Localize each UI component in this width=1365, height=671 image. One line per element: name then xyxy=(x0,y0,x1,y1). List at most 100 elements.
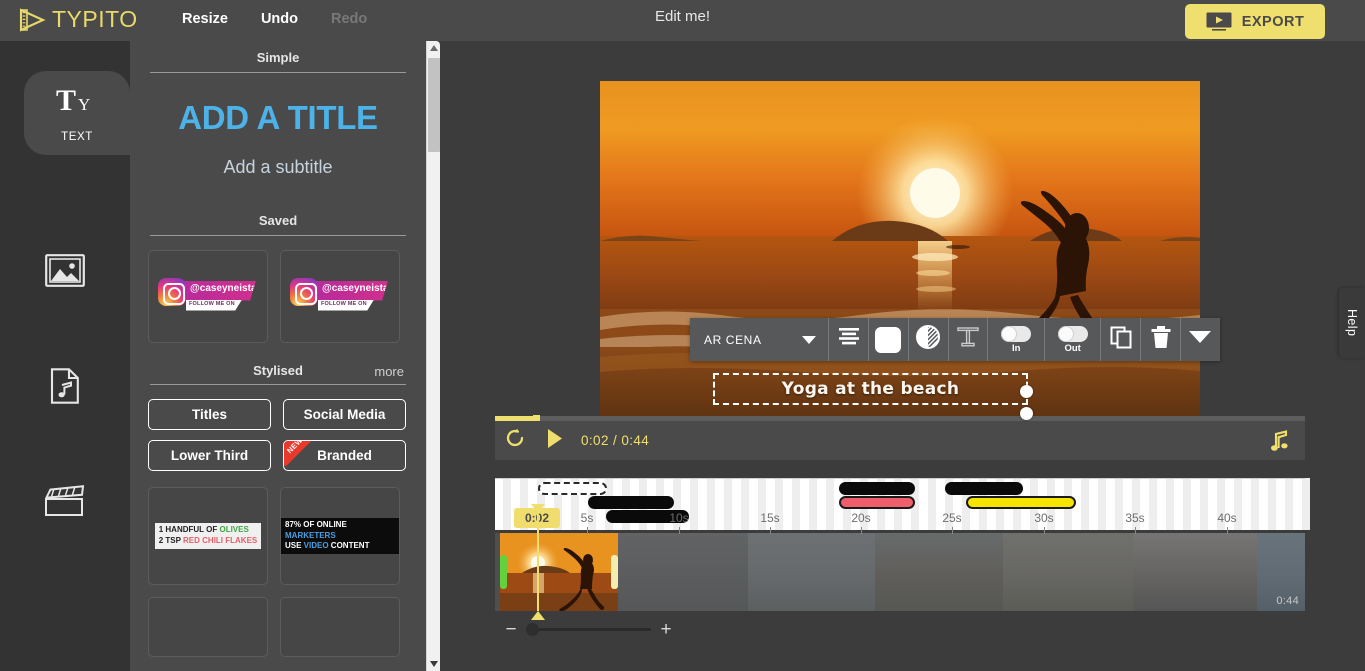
opacity-button[interactable] xyxy=(909,318,948,361)
zoom-slider-knob[interactable] xyxy=(526,622,539,636)
new-badge: NEW xyxy=(284,441,316,467)
resize-handle-corner[interactable] xyxy=(1020,407,1033,420)
add-title-preview[interactable]: ADD A TITLE xyxy=(130,99,426,137)
timeline-track-area[interactable] xyxy=(495,478,1310,530)
text-clip[interactable] xyxy=(606,510,689,523)
clapperboard-icon xyxy=(42,484,88,523)
timeline-stripe xyxy=(826,478,834,530)
align-button[interactable] xyxy=(829,318,868,361)
stylised-templates-grid-row2 xyxy=(130,597,426,657)
overlay-clip-yellow[interactable] xyxy=(966,496,1076,509)
animation-in-toggle[interactable]: In xyxy=(988,318,1044,361)
timeline-stripe xyxy=(792,478,800,530)
timeline-stripe xyxy=(1098,478,1106,530)
stylised-template-item[interactable]: 87% OF ONLINE MARKETERS USE VIDEO CONTEN… xyxy=(280,487,400,585)
image-icon xyxy=(45,254,85,292)
video-preview[interactable] xyxy=(600,81,1200,419)
tmpl-line1-pre: 1 HANDFUL OF xyxy=(158,525,220,535)
text-clip-selected[interactable] xyxy=(538,482,607,495)
loop-button[interactable] xyxy=(495,428,535,453)
zoom-out-button[interactable]: − xyxy=(500,620,522,639)
clip-trim-handle-right[interactable] xyxy=(611,555,618,589)
playhead[interactable] xyxy=(531,504,545,620)
scroll-down-button[interactable] xyxy=(427,657,440,671)
delete-button[interactable] xyxy=(1141,318,1180,361)
timeline-stripe xyxy=(503,478,511,530)
playback-time: 0:02 / 0:44 xyxy=(581,433,650,448)
sidebar-item-video[interactable] xyxy=(0,461,130,545)
music-note-icon xyxy=(1269,430,1289,455)
clip-thumb-branches[interactable] xyxy=(1003,533,1133,611)
stylised-more-link[interactable]: more xyxy=(374,364,404,379)
add-subtitle-preview[interactable]: Add a subtitle xyxy=(130,157,426,178)
timeline-stripe xyxy=(724,478,732,530)
sidebar-item-image[interactable] xyxy=(0,231,130,315)
text-color-button[interactable] xyxy=(869,318,908,361)
clip-thumb-street[interactable] xyxy=(618,533,748,611)
film-strip[interactable]: 0:44 xyxy=(495,533,1305,611)
overlay-clip-red[interactable] xyxy=(839,496,915,509)
category-titles-button[interactable]: Titles xyxy=(148,399,271,430)
svg-text:Y: Y xyxy=(78,95,90,114)
clip-thumb-sea[interactable]: 0:44 xyxy=(1257,533,1305,611)
chevron-down-icon xyxy=(802,336,817,344)
sidebar-item-text[interactable]: T Y TEXT xyxy=(24,71,130,155)
category-lower-third-button[interactable]: Lower Third xyxy=(148,440,271,471)
resize-handle-right[interactable] xyxy=(1020,385,1033,398)
divider xyxy=(150,72,406,73)
typito-logo-icon xyxy=(18,7,46,33)
caption-element[interactable]: Yoga at the beach xyxy=(713,373,1033,420)
clip-trim-handle-left[interactable] xyxy=(500,555,507,589)
text-style-button[interactable] xyxy=(949,318,988,361)
timeline-stripe xyxy=(741,478,749,530)
timeline-stripe xyxy=(758,478,766,530)
clip-thumb-hand-phone[interactable] xyxy=(1133,533,1257,611)
export-button[interactable]: EXPORT xyxy=(1185,4,1325,39)
duplicate-button[interactable] xyxy=(1101,318,1140,361)
saved-templates-grid: @caseyneistat FOLLOW ME ON @caseyneistat… xyxy=(130,250,426,343)
saved-handle: @caseyneistat xyxy=(322,282,392,294)
font-family-dropdown[interactable]: AR CENA xyxy=(690,318,828,361)
clip-thumb-road[interactable] xyxy=(748,533,875,611)
triangle-up-icon xyxy=(430,45,438,51)
tmpl-line2-highlight: VIDEO xyxy=(303,541,329,551)
top-menu: Resize Undo Redo xyxy=(182,11,367,27)
zoom-slider[interactable] xyxy=(526,622,651,636)
music-file-icon xyxy=(50,367,80,409)
brand-logo[interactable]: TYPITO xyxy=(18,6,138,33)
category-social-media-button[interactable]: Social Media xyxy=(283,399,406,430)
animation-out-label: Out xyxy=(1064,342,1081,354)
animation-out-toggle[interactable]: Out xyxy=(1045,318,1101,361)
undo-button[interactable]: Undo xyxy=(261,11,298,27)
play-button[interactable] xyxy=(535,428,575,453)
panel-scrollbar[interactable] xyxy=(426,41,440,671)
music-button[interactable] xyxy=(1269,430,1289,456)
align-icon xyxy=(837,327,861,352)
scrollbar-thumb[interactable] xyxy=(428,58,440,152)
clip-thumb-village[interactable] xyxy=(875,533,1003,611)
clip-thumb-sunset-yoga[interactable] xyxy=(500,533,618,611)
saved-template-item[interactable]: @caseyneistat FOLLOW ME ON xyxy=(148,250,268,343)
text-clip[interactable] xyxy=(588,496,674,509)
stylised-template-item[interactable] xyxy=(280,597,400,657)
stylised-template-item[interactable]: 1 HANDFUL OF OLIVES 2 TSP RED CHILI FLAK… xyxy=(148,487,268,585)
category-branded-button[interactable]: NEW Branded xyxy=(283,440,406,471)
text-clip[interactable] xyxy=(945,482,1023,495)
help-tab[interactable]: Help xyxy=(1339,288,1365,358)
text-clip[interactable] xyxy=(839,482,915,495)
timeline-stripe xyxy=(1132,478,1140,530)
zoom-in-button[interactable]: + xyxy=(655,620,677,639)
redo-button[interactable]: Redo xyxy=(331,11,367,27)
play-icon xyxy=(547,428,563,453)
typito-video-editor: TYPITO Resize Undo Redo Edit me! EXPORT xyxy=(0,0,1365,671)
delete-trash-icon xyxy=(1150,325,1172,354)
saved-template-item[interactable]: @caseyneistat FOLLOW ME ON xyxy=(280,250,400,343)
category-label: Lower Third xyxy=(170,448,249,463)
sidebar-item-music[interactable] xyxy=(0,346,130,430)
text-element-toolbar: AR CENA In Out xyxy=(690,318,1220,361)
scroll-up-button[interactable] xyxy=(427,41,440,55)
stylised-template-item[interactable] xyxy=(148,597,268,657)
saved-sub: FOLLOW ME ON xyxy=(189,300,235,307)
more-options-button[interactable] xyxy=(1181,318,1220,361)
resize-button[interactable]: Resize xyxy=(182,11,228,27)
